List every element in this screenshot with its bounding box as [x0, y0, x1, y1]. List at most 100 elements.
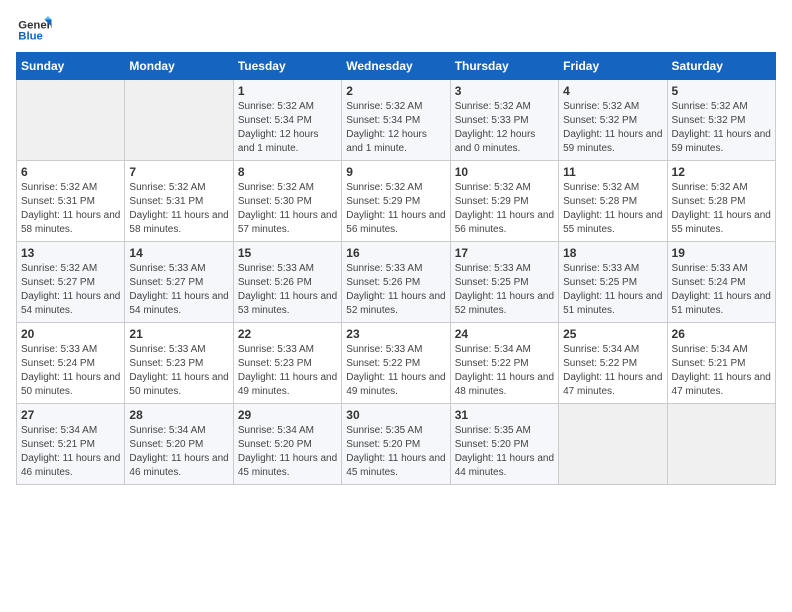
- day-number: 11: [563, 165, 662, 179]
- day-info: Sunrise: 5:33 AMSunset: 5:26 PMDaylight:…: [238, 262, 337, 318]
- day-info: Sunrise: 5:32 AMSunset: 5:32 PMDaylight:…: [672, 100, 771, 156]
- calendar-cell: 11 Sunrise: 5:32 AMSunset: 5:28 PMDayligh…: [559, 161, 667, 242]
- calendar-cell: 31 Sunrise: 5:35 AMSunset: 5:20 PMDayligh…: [450, 404, 558, 485]
- day-number: 28: [129, 408, 228, 422]
- day-number: 2: [346, 84, 445, 98]
- day-number: 9: [346, 165, 445, 179]
- day-number: 8: [238, 165, 337, 179]
- calendar-cell: 24Sunrise: 5:34 AMSunset: 5:22 PMDayligh…: [450, 323, 558, 404]
- column-header-monday: Monday: [125, 53, 233, 80]
- day-info: Sunrise: 5:33 AMSunset: 5:23 PMDaylight:…: [238, 343, 337, 399]
- day-info: Sunrise: 5:32 AMSunset: 5:34 PMDaylight:…: [346, 100, 445, 156]
- logo-icon: General Blue: [16, 16, 52, 44]
- day-number: 31: [455, 408, 554, 422]
- day-info: Sunrise: 5:34 AMSunset: 5:20 PMDaylight:…: [129, 424, 228, 480]
- column-header-thursday: Thursday: [450, 53, 558, 80]
- day-info: Sunrise: 5:32 AMSunset: 5:31 PMDaylight:…: [129, 181, 228, 237]
- day-number: 10: [455, 165, 554, 179]
- calendar-cell: 28 Sunrise: 5:34 AMSunset: 5:20 PMDayligh…: [125, 404, 233, 485]
- calendar-cell: 6 Sunrise: 5:32 AMSunset: 5:31 PMDaylight…: [17, 161, 125, 242]
- calendar-cell: [667, 404, 775, 485]
- day-info: Sunrise: 5:32 AMSunset: 5:29 PMDaylight:…: [346, 181, 445, 237]
- calendar-table: SundayMondayTuesdayWednesdayThursdayFrid…: [16, 52, 776, 485]
- calendar-cell: 9 Sunrise: 5:32 AMSunset: 5:29 PMDaylight…: [342, 161, 450, 242]
- calendar-cell: 10 Sunrise: 5:32 AMSunset: 5:29 PMDayligh…: [450, 161, 558, 242]
- day-number: 30: [346, 408, 445, 422]
- week-row-2: 6 Sunrise: 5:32 AMSunset: 5:31 PMDaylight…: [17, 161, 776, 242]
- calendar-cell: 1 Sunrise: 5:32 AMSunset: 5:34 PMDaylight…: [233, 80, 341, 161]
- column-header-friday: Friday: [559, 53, 667, 80]
- calendar-cell: 22 Sunrise: 5:33 AMSunset: 5:23 PMDayligh…: [233, 323, 341, 404]
- calendar-cell: 27Sunrise: 5:34 AMSunset: 5:21 PMDayligh…: [17, 404, 125, 485]
- calendar-cell: 20 Sunrise: 5:33 AMSunset: 5:24 PMDayligh…: [17, 323, 125, 404]
- calendar-cell: 15 Sunrise: 5:33 AMSunset: 5:26 PMDayligh…: [233, 242, 341, 323]
- day-info: Sunrise: 5:32 AMSunset: 5:30 PMDaylight:…: [238, 181, 337, 237]
- svg-text:Blue: Blue: [18, 31, 43, 43]
- day-info: Sunrise: 5:33 AMSunset: 5:27 PMDaylight:…: [129, 262, 228, 318]
- calendar-cell: [17, 80, 125, 161]
- week-row-4: 20 Sunrise: 5:33 AMSunset: 5:24 PMDayligh…: [17, 323, 776, 404]
- day-info: Sunrise: 5:33 AMSunset: 5:25 PMDaylight:…: [563, 262, 662, 318]
- calendar-cell: 25 Sunrise: 5:34 AMSunset: 5:22 PMDayligh…: [559, 323, 667, 404]
- day-number: 14: [129, 246, 228, 260]
- calendar-cell: 3Sunrise: 5:32 AMSunset: 5:33 PMDaylight…: [450, 80, 558, 161]
- day-number: 17: [455, 246, 554, 260]
- day-number: 4: [563, 84, 662, 98]
- day-number: 12: [672, 165, 771, 179]
- day-number: 29: [238, 408, 337, 422]
- calendar-cell: 19Sunrise: 5:33 AMSunset: 5:24 PMDayligh…: [667, 242, 775, 323]
- day-info: Sunrise: 5:35 AMSunset: 5:20 PMDaylight:…: [455, 424, 554, 480]
- calendar-cell: 23 Sunrise: 5:33 AMSunset: 5:22 PMDayligh…: [342, 323, 450, 404]
- calendar-cell: [125, 80, 233, 161]
- day-info: Sunrise: 5:33 AMSunset: 5:24 PMDaylight:…: [21, 343, 120, 399]
- day-number: 13: [21, 246, 120, 260]
- day-number: 7: [129, 165, 228, 179]
- logo: General Blue: [16, 16, 52, 44]
- day-info: Sunrise: 5:32 AMSunset: 5:28 PMDaylight:…: [563, 181, 662, 237]
- week-row-3: 13 Sunrise: 5:32 AMSunset: 5:27 PMDayligh…: [17, 242, 776, 323]
- calendar-cell: 29 Sunrise: 5:34 AMSunset: 5:20 PMDayligh…: [233, 404, 341, 485]
- day-info: Sunrise: 5:33 AMSunset: 5:26 PMDaylight:…: [346, 262, 445, 318]
- week-row-1: 1 Sunrise: 5:32 AMSunset: 5:34 PMDaylight…: [17, 80, 776, 161]
- calendar-cell: 12 Sunrise: 5:32 AMSunset: 5:28 PMDayligh…: [667, 161, 775, 242]
- day-number: 23: [346, 327, 445, 341]
- day-info: Sunrise: 5:34 AMSunset: 5:21 PMDaylight:…: [672, 343, 771, 399]
- day-info: Sunrise: 5:33 AMSunset: 5:22 PMDaylight:…: [346, 343, 445, 399]
- calendar-cell: 18 Sunrise: 5:33 AMSunset: 5:25 PMDayligh…: [559, 242, 667, 323]
- day-info: Sunrise: 5:34 AMSunset: 5:22 PMDaylight:…: [455, 343, 554, 399]
- day-info: Sunrise: 5:32 AMSunset: 5:32 PMDaylight:…: [563, 100, 662, 156]
- day-info: Sunrise: 5:35 AMSunset: 5:20 PMDaylight:…: [346, 424, 445, 480]
- day-number: 26: [672, 327, 771, 341]
- calendar-cell: 8 Sunrise: 5:32 AMSunset: 5:30 PMDaylight…: [233, 161, 341, 242]
- calendar-cell: 2 Sunrise: 5:32 AMSunset: 5:34 PMDaylight…: [342, 80, 450, 161]
- calendar-cell: 5Sunrise: 5:32 AMSunset: 5:32 PMDaylight…: [667, 80, 775, 161]
- week-row-5: 27Sunrise: 5:34 AMSunset: 5:21 PMDayligh…: [17, 404, 776, 485]
- day-number: 15: [238, 246, 337, 260]
- day-number: 20: [21, 327, 120, 341]
- column-header-sunday: Sunday: [17, 53, 125, 80]
- day-number: 6: [21, 165, 120, 179]
- day-number: 21: [129, 327, 228, 341]
- day-number: 19: [672, 246, 771, 260]
- day-info: Sunrise: 5:34 AMSunset: 5:20 PMDaylight:…: [238, 424, 337, 480]
- day-info: Sunrise: 5:32 AMSunset: 5:31 PMDaylight:…: [21, 181, 120, 237]
- day-number: 22: [238, 327, 337, 341]
- calendar-cell: 21Sunrise: 5:33 AMSunset: 5:23 PMDayligh…: [125, 323, 233, 404]
- calendar-cell: 4 Sunrise: 5:32 AMSunset: 5:32 PMDaylight…: [559, 80, 667, 161]
- day-number: 1: [238, 84, 337, 98]
- day-number: 16: [346, 246, 445, 260]
- day-info: Sunrise: 5:32 AMSunset: 5:27 PMDaylight:…: [21, 262, 120, 318]
- day-number: 18: [563, 246, 662, 260]
- day-number: 25: [563, 327, 662, 341]
- calendar-cell: 7 Sunrise: 5:32 AMSunset: 5:31 PMDaylight…: [125, 161, 233, 242]
- day-info: Sunrise: 5:32 AMSunset: 5:34 PMDaylight:…: [238, 100, 337, 156]
- calendar-cell: [559, 404, 667, 485]
- day-info: Sunrise: 5:32 AMSunset: 5:29 PMDaylight:…: [455, 181, 554, 237]
- day-info: Sunrise: 5:32 AMSunset: 5:28 PMDaylight:…: [672, 181, 771, 237]
- column-header-wednesday: Wednesday: [342, 53, 450, 80]
- day-number: 3: [455, 84, 554, 98]
- calendar-cell: 30 Sunrise: 5:35 AMSunset: 5:20 PMDayligh…: [342, 404, 450, 485]
- column-header-tuesday: Tuesday: [233, 53, 341, 80]
- day-info: Sunrise: 5:34 AMSunset: 5:22 PMDaylight:…: [563, 343, 662, 399]
- calendar-cell: 16 Sunrise: 5:33 AMSunset: 5:26 PMDayligh…: [342, 242, 450, 323]
